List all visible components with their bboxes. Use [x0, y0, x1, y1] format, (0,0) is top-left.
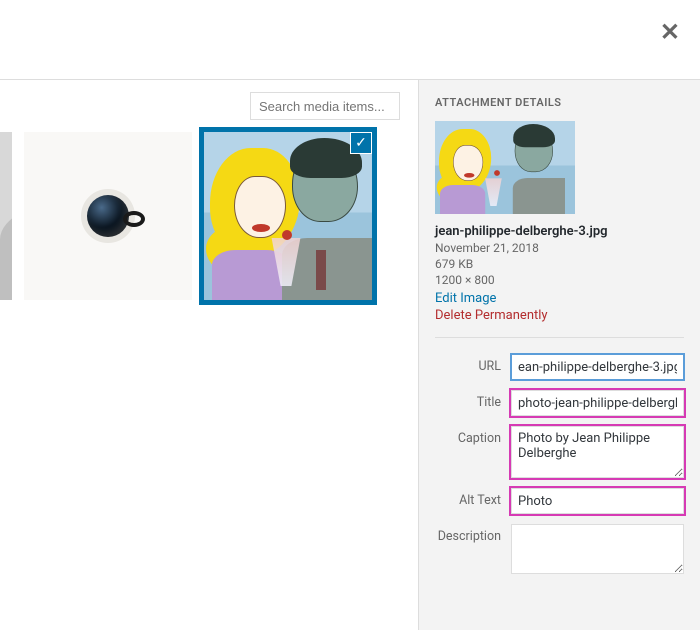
- attachment-filename: jean-philippe-delberghe-3.jpg: [435, 224, 684, 239]
- modal-header: ✕: [0, 0, 700, 80]
- panel-heading: ATTACHMENT DETAILS: [435, 96, 684, 109]
- field-row-url: URL: [435, 354, 684, 380]
- title-label: Title: [435, 390, 511, 410]
- url-input[interactable]: [511, 354, 684, 380]
- media-thumbnails: ✓: [0, 132, 406, 300]
- close-button[interactable]: ✕: [660, 18, 680, 47]
- edit-image-link[interactable]: Edit Image: [435, 291, 684, 306]
- alt-text-label: Alt Text: [435, 488, 511, 508]
- description-label: Description: [435, 524, 511, 544]
- caption-label: Caption: [435, 426, 511, 446]
- caption-textarea[interactable]: Photo by Jean Philippe Delberghe: [511, 426, 684, 478]
- description-textarea[interactable]: [511, 524, 684, 574]
- media-thumbnail-selected[interactable]: ✓: [204, 132, 372, 300]
- thumbnail-image: [0, 132, 12, 300]
- search-input[interactable]: [250, 92, 400, 120]
- attachment-filesize: 679 KB: [435, 257, 684, 271]
- media-thumbnail[interactable]: [24, 132, 192, 300]
- attachment-date: November 21, 2018: [435, 241, 684, 255]
- field-row-title: Title: [435, 390, 684, 416]
- alt-text-input[interactable]: [511, 488, 684, 514]
- media-thumbnail[interactable]: [0, 132, 12, 300]
- field-row-description: Description: [435, 524, 684, 574]
- attachment-preview: [435, 121, 684, 214]
- modal-content: ✓ ATTACHMENT DETAILS jean-philippe-delbe…: [0, 80, 700, 630]
- attachment-details-panel: ATTACHMENT DETAILS jean-philippe-delberg…: [418, 80, 700, 630]
- title-input[interactable]: [511, 390, 684, 416]
- field-row-alt: Alt Text: [435, 488, 684, 514]
- check-icon[interactable]: ✓: [350, 132, 372, 154]
- media-grid-panel: ✓: [0, 80, 418, 630]
- attachment-form: URL Title Caption Photo by Jean Philippe…: [435, 337, 684, 574]
- delete-permanently-link[interactable]: Delete Permanently: [435, 308, 684, 323]
- attachment-dimensions: 1200 × 800: [435, 273, 684, 287]
- thumbnail-image: [204, 132, 372, 300]
- url-label: URL: [435, 354, 511, 374]
- field-row-caption: Caption Photo by Jean Philippe Delberghe: [435, 426, 684, 478]
- thumbnail-image: [24, 132, 192, 300]
- search-wrap: [0, 92, 406, 120]
